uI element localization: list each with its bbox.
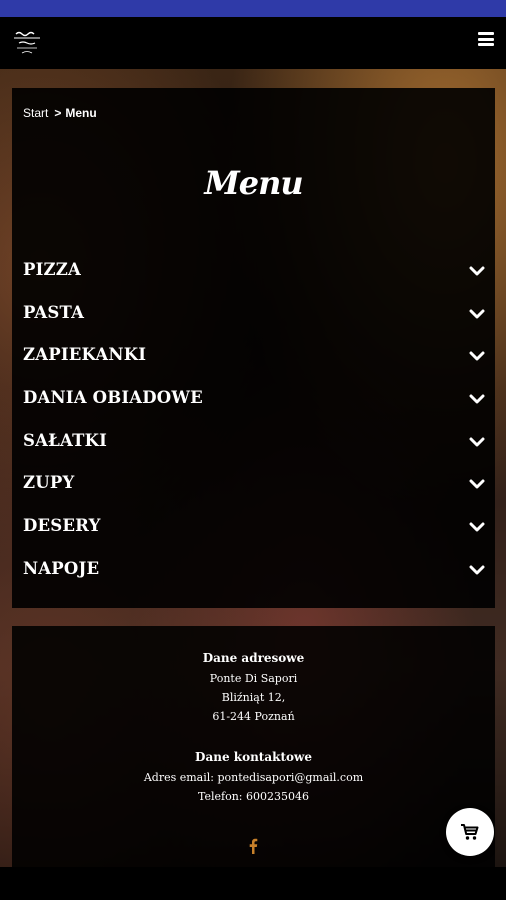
category-pasta[interactable]: PASTA (12, 294, 495, 337)
cart-icon (461, 824, 479, 840)
category-desery[interactable]: DESERY (12, 507, 495, 550)
footer: Dane adresowe Ponte Di Sapori Bliźniąt 1… (12, 626, 495, 867)
breadcrumb: Start > Menu (23, 106, 97, 120)
status-bar (0, 0, 506, 17)
category-label: NAPOJE (23, 558, 100, 578)
cart-button[interactable] (446, 808, 494, 856)
category-zupy[interactable]: ZUPY (12, 464, 495, 507)
category-zapiekanki[interactable]: ZAPIEKANKI (12, 336, 495, 379)
system-navigation-bar (0, 867, 506, 900)
menu-panel: Start > Menu Menu PIZZA PASTA ZAPIEKANKI D… (12, 88, 495, 608)
category-pizza[interactable]: PIZZA (12, 251, 495, 294)
chevron-down-icon (469, 522, 485, 532)
chevron-down-icon (469, 266, 485, 276)
category-label: PIZZA (23, 260, 82, 279)
page-title: Menu (204, 164, 303, 202)
chevron-down-icon (469, 437, 485, 447)
category-list: PIZZA PASTA ZAPIEKANKI DANIA OBIADOWE SA… (12, 251, 495, 593)
breadcrumb-start-link[interactable]: Start (23, 106, 48, 120)
logo[interactable] (10, 25, 44, 59)
chevron-down-icon (469, 394, 485, 404)
category-label: DESERY (23, 516, 101, 536)
category-label: ZUPY (23, 473, 75, 493)
chevron-down-icon (469, 351, 485, 361)
address-line: Ponte Di Sapori (209, 672, 298, 685)
top-bar (0, 17, 506, 69)
address-line: Bliźniąt 12, (221, 691, 286, 704)
contact-heading: Dane kontaktowe (195, 750, 312, 764)
address-line: 61-244 Poznań (212, 710, 295, 723)
phone-line[interactable]: Telefon: 600235046 (12, 787, 495, 806)
category-label: DANIA OBIADOWE (23, 388, 203, 408)
category-dania-obiadowe[interactable]: DANIA OBIADOWE (12, 379, 495, 422)
category-label: PASTA (23, 302, 85, 322)
breadcrumb-current: Menu (65, 106, 97, 120)
category-label: ZAPIEKANKI (23, 345, 147, 365)
email-line[interactable]: Adres email: pontedisapori@gmail.com (12, 768, 495, 787)
address-heading: Dane adresowe (202, 651, 305, 665)
chevron-down-icon (469, 479, 485, 489)
category-salatki[interactable]: SAŁATKI (12, 422, 495, 465)
hamburger-icon[interactable] (478, 32, 494, 46)
category-label: SAŁATKI (23, 430, 108, 450)
facebook-icon[interactable] (248, 838, 258, 854)
chevron-down-icon (469, 565, 485, 575)
breadcrumb-separator: > (54, 106, 62, 120)
category-napoje[interactable]: NAPOJE (12, 550, 495, 593)
chevron-down-icon (469, 309, 485, 319)
